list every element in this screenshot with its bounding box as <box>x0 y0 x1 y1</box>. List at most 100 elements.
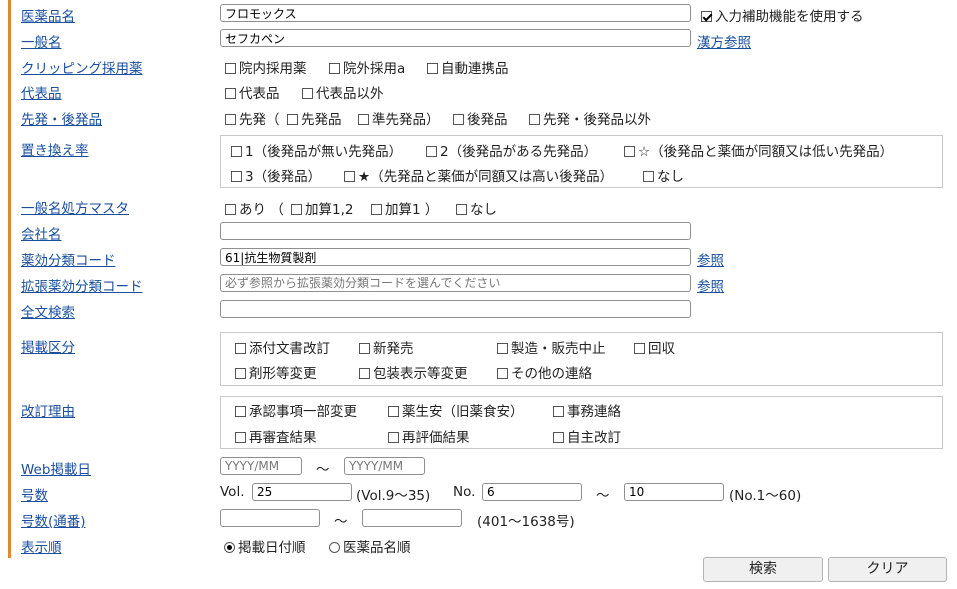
serial-to-input[interactable] <box>362 509 462 527</box>
fulltext-input[interactable] <box>220 300 691 318</box>
neither-option[interactable]: 先発・後発品以外 <box>529 108 651 128</box>
replacement-option-none[interactable]: なし <box>643 165 684 185</box>
clipping-option-3[interactable]: 自動連携品 <box>427 57 509 77</box>
checkbox-icon[interactable] <box>553 432 564 443</box>
checkbox-icon[interactable] <box>302 88 313 99</box>
generic-rx-add1-option[interactable]: 加算1 ） <box>371 198 438 218</box>
checkbox-icon[interactable] <box>359 343 370 354</box>
category-option-2[interactable]: 新発売 <box>359 337 414 357</box>
revision-option-1[interactable]: 承認事項一部変更 <box>235 400 357 420</box>
label-clipping[interactable]: クリッピング採用薬 <box>21 57 143 77</box>
clipping-option-1[interactable]: 院内採用薬 <box>225 57 307 77</box>
checkbox-icon[interactable] <box>427 63 438 74</box>
sort-by-name-radio[interactable]: 医薬品名順 <box>329 536 411 556</box>
label-fulltext[interactable]: 全文検索 <box>21 301 75 321</box>
clipping-option-2[interactable]: 院外採用a <box>329 57 405 77</box>
label-company[interactable]: 会社名 <box>21 223 62 243</box>
category-option-4[interactable]: 回収 <box>634 337 675 357</box>
replacement-option-1[interactable]: 1（後発品が無い先発品） <box>231 140 402 160</box>
drug-name-input[interactable] <box>220 4 691 22</box>
revision-option-6[interactable]: 自主改訂 <box>553 426 621 446</box>
checkbox-icon[interactable] <box>235 432 246 443</box>
checkbox-icon[interactable] <box>497 343 508 354</box>
checkbox-icon[interactable] <box>225 88 236 99</box>
label-category[interactable]: 掲載区分 <box>21 336 75 356</box>
label-revision-reason[interactable]: 改訂理由 <box>21 400 75 420</box>
checkbox-icon[interactable] <box>456 204 467 215</box>
generic-product-option[interactable]: 後発品 <box>453 108 508 128</box>
category-option-1[interactable]: 添付文書改訂 <box>235 337 330 357</box>
ext-efficacy-code-reference-link[interactable]: 参照 <box>697 275 724 295</box>
radio-icon[interactable] <box>224 542 235 553</box>
checkbox-icon[interactable] <box>426 146 437 157</box>
sort-by-date-radio[interactable]: 掲載日付順 <box>224 536 306 556</box>
label-original-generic[interactable]: 先発・後発品 <box>21 108 102 128</box>
label-sort-order[interactable]: 表示順 <box>21 536 62 556</box>
revision-option-2[interactable]: 薬生安（旧薬食安） <box>388 400 524 420</box>
replacement-option-3[interactable]: 3（後発品） <box>231 165 321 185</box>
efficacy-code-input[interactable] <box>220 248 691 266</box>
label-drug-name[interactable]: 医薬品名 <box>21 5 75 25</box>
original-product-option[interactable]: 先発品 <box>287 108 342 128</box>
checkbox-icon[interactable] <box>287 114 298 125</box>
replacement-option-star-open[interactable]: ☆（後発品と薬価が同額又は低い先発品） <box>624 140 893 160</box>
web-date-to-input[interactable] <box>344 457 425 475</box>
checkbox-icon[interactable] <box>358 114 369 125</box>
checkbox-icon[interactable] <box>701 11 712 22</box>
checkbox-icon[interactable] <box>643 171 654 182</box>
assist-checkbox[interactable]: 入力補助機能を使用する <box>701 5 864 25</box>
checkbox-icon[interactable] <box>497 368 508 379</box>
category-option-7[interactable]: その他の連絡 <box>497 362 592 382</box>
generic-rx-yes-option[interactable]: あり （ <box>225 198 284 218</box>
generic-rx-add12-option[interactable]: 加算1,2 <box>291 198 353 218</box>
representative-option-1[interactable]: 代表品 <box>225 82 280 102</box>
checkbox-icon[interactable] <box>529 114 540 125</box>
label-issue-serial[interactable]: 号数(通番) <box>21 510 86 530</box>
checkbox-icon[interactable] <box>329 63 340 74</box>
checkbox-icon[interactable] <box>634 343 645 354</box>
kampo-reference-link[interactable]: 漢方参照 <box>697 31 751 51</box>
checkbox-icon[interactable] <box>231 146 242 157</box>
web-date-from-input[interactable] <box>220 457 302 475</box>
checkbox-icon[interactable] <box>225 204 236 215</box>
ext-efficacy-code-input[interactable] <box>220 274 691 292</box>
checkbox-icon[interactable] <box>225 63 236 74</box>
generic-rx-none-option[interactable]: なし <box>456 198 497 218</box>
checkbox-icon[interactable] <box>231 171 242 182</box>
clear-button[interactable]: クリア <box>828 557 947 582</box>
checkbox-icon[interactable] <box>291 204 302 215</box>
representative-option-2[interactable]: 代表品以外 <box>302 82 384 102</box>
label-efficacy-code[interactable]: 薬効分類コード <box>21 249 116 269</box>
checkbox-icon[interactable] <box>235 368 246 379</box>
checkbox-icon[interactable] <box>371 204 382 215</box>
label-representative[interactable]: 代表品 <box>21 82 62 102</box>
checkbox-icon[interactable] <box>235 343 246 354</box>
replacement-option-star-filled[interactable]: ★（先発品と薬価が同額又は高い後発品） <box>344 165 613 185</box>
checkbox-icon[interactable] <box>359 368 370 379</box>
checkbox-icon[interactable] <box>235 406 246 417</box>
checkbox-icon[interactable] <box>553 406 564 417</box>
radio-icon[interactable] <box>329 542 340 553</box>
efficacy-code-reference-link[interactable]: 参照 <box>697 249 724 269</box>
label-generic-name[interactable]: 一般名 <box>21 31 62 51</box>
checkbox-icon[interactable] <box>624 146 635 157</box>
label-generic-rx-master[interactable]: 一般名処方マスタ <box>21 197 129 217</box>
generic-name-input[interactable] <box>220 29 691 47</box>
replacement-option-2[interactable]: 2（後発品がある先発品） <box>426 140 597 160</box>
revision-option-4[interactable]: 再審査結果 <box>235 426 317 446</box>
checkbox-icon[interactable] <box>344 171 355 182</box>
quasi-original-option[interactable]: 準先発品） <box>358 108 440 128</box>
no-from-input[interactable] <box>482 483 582 501</box>
label-issue-no[interactable]: 号数 <box>21 484 48 504</box>
serial-from-input[interactable] <box>220 509 320 527</box>
category-option-6[interactable]: 包装表示等変更 <box>359 362 468 382</box>
vol-input[interactable] <box>252 483 352 501</box>
revision-option-5[interactable]: 再評価結果 <box>388 426 470 446</box>
label-web-date[interactable]: Web掲載日 <box>21 458 91 478</box>
checkbox-icon[interactable] <box>453 114 464 125</box>
search-button[interactable]: 検索 <box>703 557 823 582</box>
original-option[interactable]: 先発（ <box>225 108 280 128</box>
category-option-5[interactable]: 剤形等変更 <box>235 362 317 382</box>
category-option-3[interactable]: 製造・販売中止 <box>497 337 606 357</box>
label-replacement-rate[interactable]: 置き換え率 <box>21 139 89 159</box>
